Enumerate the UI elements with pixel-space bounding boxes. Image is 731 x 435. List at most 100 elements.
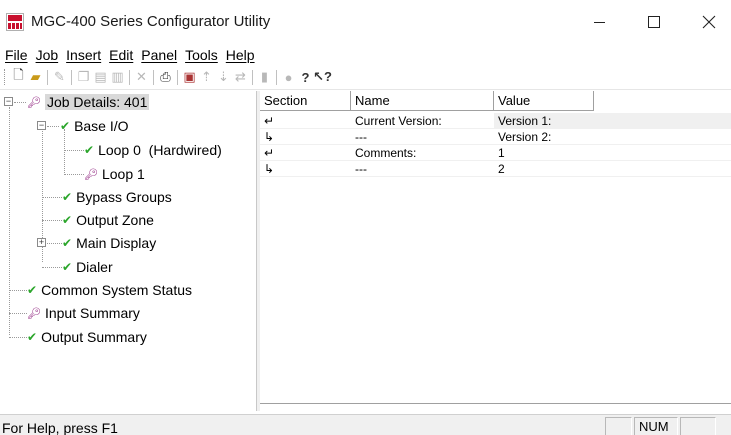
toolbar-grip[interactable] (4, 69, 7, 85)
open-folder-icon[interactable]: ▰ (27, 69, 44, 86)
key-icon: 🔑︎ (27, 96, 41, 109)
help-icon[interactable]: ? (297, 69, 314, 86)
status-bar: For Help, press F1 NUM (0, 414, 731, 435)
check-icon: ✔ (62, 260, 73, 274)
value-cell[interactable]: 2 (494, 161, 731, 177)
toolbar-separator (276, 69, 277, 85)
tree-item-loop-1[interactable]: 🔑︎ Loop 1 (84, 163, 145, 185)
name-cell: --- (351, 129, 494, 145)
collapse-toggle[interactable]: − (4, 97, 13, 106)
print-icon[interactable]: ⎙ (157, 69, 174, 86)
tree-item-main-display[interactable]: ✔ Main Display (62, 232, 156, 254)
check-icon: ✔ (62, 236, 73, 250)
copy-icon[interactable]: ❐ (75, 69, 92, 86)
window-title: MGC-400 Series Configurator Utility (31, 13, 271, 30)
check-icon: ✔ (27, 283, 38, 297)
collapse-toggle[interactable]: − (37, 121, 46, 130)
key-icon: 🔑︎ (27, 307, 41, 320)
expand-toggle[interactable]: + (37, 238, 46, 247)
name-cell: --- (351, 161, 494, 177)
table-row[interactable]: ↳ --- Version 2: (260, 129, 731, 145)
tree-item-label: Loop 1 (101, 166, 145, 182)
toolbar-separator (153, 69, 154, 85)
close-icon (702, 15, 716, 29)
tree-item-job-details[interactable]: 🔑︎ Job Details: 401 (27, 91, 150, 113)
name-cell: Current Version: (351, 113, 494, 129)
menu-job[interactable]: Job (33, 47, 64, 63)
column-header-name[interactable]: Name (351, 91, 494, 111)
value-cell[interactable]: Version 2: (494, 129, 731, 145)
menu-bar: File Job Insert Edit Panel Tools Help (0, 44, 731, 65)
status-indicator-scroll (680, 417, 716, 435)
table-row[interactable]: ↵ Comments: 1 (260, 145, 731, 161)
maximize-icon (648, 16, 660, 28)
toolbar-separator (177, 69, 178, 85)
tree-item-base-io[interactable]: ✔ Base I/O (60, 115, 129, 137)
edit-pencil-icon[interactable]: ✎ (51, 69, 68, 86)
tree-item-label: Output Summary (41, 329, 147, 345)
check-icon: ✔ (27, 330, 38, 344)
column-header-value[interactable]: Value (494, 91, 594, 111)
menu-help[interactable]: Help (223, 47, 260, 63)
tree-item-loop-0[interactable]: ✔ Loop 0 (Hardwired) (84, 139, 222, 161)
tree-item-common-system-status[interactable]: ✔ Common System Status (27, 279, 192, 301)
status-help-text: For Help, press F1 (2, 420, 118, 435)
toolbar-separator (71, 69, 72, 85)
toolbar-separator (252, 69, 253, 85)
maximize-button[interactable] (631, 0, 677, 44)
menu-tools[interactable]: Tools (182, 47, 223, 63)
check-icon: ✔ (62, 190, 73, 204)
stop-icon[interactable]: ● (280, 69, 297, 86)
paste-icon[interactable]: ▤ (92, 69, 109, 86)
value-cell[interactable]: Version 1: (494, 113, 731, 129)
grid-header: Section Name Value (260, 91, 594, 111)
toolbar-separator (47, 69, 48, 85)
status-indicator-num: NUM (634, 417, 678, 435)
tree-item-label: Bypass Groups (76, 189, 172, 205)
job-tree: − − + 🔑︎ Job Details: 401 ✔ Base I/O ✔ L… (0, 91, 256, 411)
tree-item-label: Output Zone (76, 212, 154, 228)
title-bar: MGC-400 Series Configurator Utility (0, 0, 731, 44)
tree-item-label: Loop 0 (Hardwired) (98, 142, 222, 158)
tree-item-output-zone[interactable]: ✔ Output Zone (62, 209, 154, 231)
tree-item-label: Common System Status (41, 282, 192, 298)
tree-item-dialer[interactable]: ✔ Dialer (62, 256, 113, 278)
flag-icon[interactable]: ▮ (256, 69, 273, 86)
menu-edit[interactable]: Edit (106, 47, 138, 63)
minimize-button[interactable] (576, 0, 622, 44)
value-cell[interactable]: 1 (494, 145, 731, 161)
check-icon: ✔ (62, 213, 73, 227)
grid-bottom-border (260, 403, 731, 405)
name-cell: Comments: (351, 145, 494, 161)
tree-item-output-summary[interactable]: ✔ Output Summary (27, 326, 147, 348)
tree-item-bypass-groups[interactable]: ✔ Bypass Groups (62, 186, 172, 208)
status-indicator-caps (605, 417, 632, 435)
paste-special-icon[interactable]: ▥ (109, 69, 126, 86)
close-button[interactable] (686, 0, 731, 44)
section-cell: ↳ (260, 129, 351, 145)
mgc-400-app-icon[interactable] (6, 13, 24, 31)
minimize-icon (593, 21, 605, 23)
tree-item-label: Base I/O (74, 118, 129, 134)
delete-icon[interactable]: ✕ (133, 69, 150, 86)
section-cell: ↵ (260, 113, 351, 129)
transfer-icon[interactable]: ⇄ (232, 69, 249, 86)
properties-icon[interactable]: ▣ (181, 69, 198, 86)
tree-item-label: Input Summary (44, 305, 140, 321)
column-header-section[interactable]: Section (260, 91, 351, 111)
tree-item-label: Main Display (76, 235, 157, 251)
section-cell: ↳ (260, 161, 351, 177)
check-icon: ✔ (84, 143, 95, 157)
menu-file[interactable]: File (2, 47, 33, 63)
tree-item-input-summary[interactable]: 🔑︎ Input Summary (27, 302, 140, 324)
menu-insert[interactable]: Insert (63, 47, 106, 63)
download-icon[interactable]: ⇣ (215, 69, 232, 86)
toolbar: 🗋 ▰ ✎ ❐ ▤ ▥ ✕ ⎙ ▣ ⇡ ⇣ ⇄ ▮ ● ? ↖? (0, 65, 731, 90)
menu-panel[interactable]: Panel (138, 47, 182, 63)
toolbar-separator (129, 69, 130, 85)
upload-icon[interactable]: ⇡ (198, 69, 215, 86)
table-row[interactable]: ↳ --- 2 (260, 161, 731, 177)
table-row[interactable]: ↵ Current Version: Version 1: (260, 113, 731, 129)
new-document-icon[interactable]: 🗋 (10, 67, 27, 86)
context-help-icon[interactable]: ↖? (313, 69, 332, 86)
